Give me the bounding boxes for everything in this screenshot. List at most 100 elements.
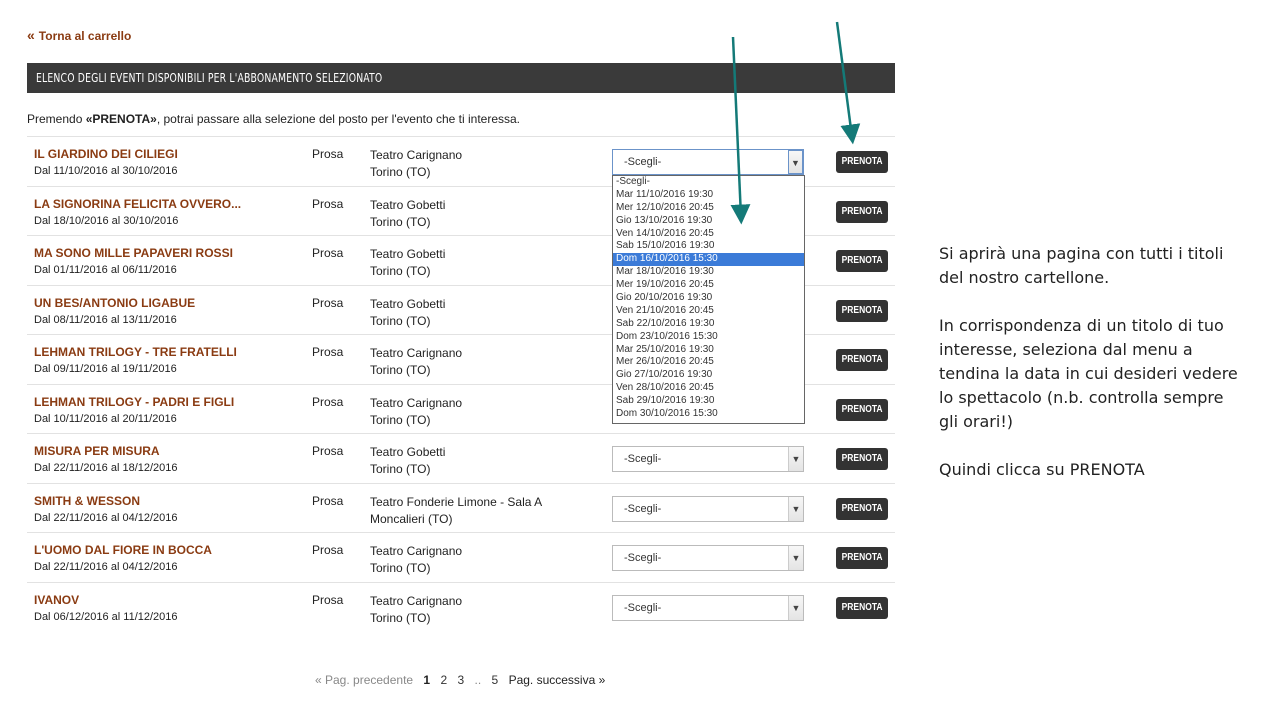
chevron-down-icon[interactable]: ▼ (788, 447, 803, 471)
prenota-label: PRENOTA (841, 403, 883, 415)
dropdown-option[interactable]: Sab 15/10/2016 19:30 (613, 240, 804, 253)
event-dates: Dal 22/11/2016 al 04/12/2016 (34, 511, 178, 524)
venue-city: Torino (TO) (370, 214, 431, 229)
dropdown-option[interactable]: Ven 28/10/2016 20:45 (613, 382, 804, 395)
page-link-current[interactable]: 1 (423, 673, 430, 687)
prenota-button[interactable]: PRENOTA (836, 547, 888, 569)
dropdown-option[interactable]: Dom 30/10/2016 15:30 (613, 408, 804, 421)
dropdown-option[interactable]: Sab 29/10/2016 19:30 (613, 395, 804, 408)
chevron-down-icon[interactable]: ▼ (788, 595, 803, 620)
venue-name: Teatro Gobetti (370, 247, 446, 261)
venue-name: Teatro Carignano (370, 148, 463, 162)
prenota-button[interactable]: PRENOTA (836, 151, 888, 173)
page-link[interactable]: 3 (457, 673, 464, 687)
event-title[interactable]: LEHMAN TRILOGY - TRE FRATELLI (34, 345, 237, 359)
date-select-value: -Scegli- (624, 552, 662, 564)
dropdown-option[interactable]: Mer 19/10/2016 20:45 (613, 279, 804, 292)
date-select[interactable]: -Scegli- ▼ (612, 149, 804, 175)
event-title[interactable]: IL GIARDINO DEI CILIEGI (34, 147, 178, 161)
prenota-button[interactable]: PRENOTA (836, 398, 888, 421)
instructions-panel: Si aprirà una pagina con tutti i titoli … (939, 242, 1239, 506)
event-venue: Teatro Gobetti Torino (TO) (370, 246, 445, 280)
venue-city: Torino (TO) (370, 165, 431, 179)
venue-city: Torino (TO) (370, 412, 431, 427)
page-link[interactable]: 2 (440, 673, 447, 687)
page-link-last[interactable]: 5 (492, 673, 499, 687)
event-title[interactable]: LEHMAN TRILOGY - PADRI E FIGLI (34, 395, 234, 409)
venue-city: Moncalieri (TO) (370, 511, 453, 526)
event-genre: Prosa (312, 295, 344, 310)
event-dates: Dal 22/11/2016 al 18/12/2016 (34, 462, 178, 474)
double-chevron-left-icon: « (27, 27, 35, 43)
dropdown-option[interactable]: Mar 25/10/2016 19:30 (613, 344, 804, 357)
venue-name: Teatro Carignano (370, 346, 463, 360)
prenota-label: PRENOTA (841, 354, 883, 365)
event-venue: Teatro Carignano Torino (TO) (370, 147, 462, 181)
prenota-button[interactable]: PRENOTA (836, 497, 888, 520)
event-dates: Dal 06/12/2016 al 11/12/2016 (34, 610, 178, 623)
date-select[interactable]: -Scegli- ▼ (612, 446, 804, 472)
date-select[interactable]: -Scegli- ▼ (612, 545, 804, 571)
chevron-down-icon[interactable]: ▼ (788, 150, 803, 174)
prenota-label: PRENOTA (841, 552, 883, 563)
section-header-title: ELENCO DEGLI EVENTI DISPONIBILI PER L'AB… (36, 71, 383, 85)
event-genre: Prosa (312, 147, 344, 161)
dropdown-option[interactable]: Mer 26/10/2016 20:45 (613, 356, 804, 369)
event-genre: Prosa (312, 196, 344, 211)
chevron-down-icon[interactable]: ▼ (788, 496, 803, 521)
intro-text: Premendo «PRENOTA», potrai passare alla … (27, 112, 520, 126)
event-dates: Dal 09/11/2016 al 19/11/2016 (34, 363, 177, 375)
dropdown-option[interactable]: Mar 11/10/2016 19:30 (613, 189, 804, 202)
dropdown-option[interactable]: Dom 16/10/2016 15:30 (613, 253, 804, 267)
event-dates: Dal 11/10/2016 al 30/10/2016 (34, 165, 178, 177)
dropdown-option[interactable]: Gio 20/10/2016 19:30 (613, 292, 804, 305)
dropdown-option[interactable]: Mar 18/10/2016 19:30 (613, 266, 804, 279)
event-title[interactable]: SMITH & WESSON (34, 494, 140, 508)
event-dates: Dal 10/11/2016 al 20/11/2016 (34, 412, 177, 425)
prenota-label: PRENOTA (841, 502, 883, 514)
event-title[interactable]: L'UOMO DAL FIORE IN BOCCA (34, 543, 212, 557)
prev-page-link[interactable]: « Pag. precedente (315, 673, 413, 687)
prenota-button[interactable]: PRENOTA (836, 200, 888, 223)
event-venue: Teatro Gobetti Torino (TO) (370, 197, 445, 231)
back-to-cart-label: Torna al carrello (38, 29, 132, 43)
event-genre: Prosa (312, 345, 344, 359)
venue-name: Teatro Gobetti (370, 197, 446, 212)
prenota-button[interactable]: PRENOTA (836, 299, 888, 322)
pagination-ellipsis: .. (474, 673, 482, 687)
event-title[interactable]: IVANOV (34, 593, 79, 607)
event-title[interactable]: LA SIGNORINA FELICITA OVVERO... (34, 197, 241, 211)
date-dropdown-list[interactable]: -Scegli- Mar 11/10/2016 19:30 Mer 12/10/20… (612, 175, 805, 424)
dropdown-option[interactable]: Dom 23/10/2016 15:30 (613, 331, 804, 344)
instruction-paragraph: Si aprirà una pagina con tutti i titoli … (939, 244, 1224, 287)
dropdown-option[interactable]: -Scegli- (613, 176, 804, 189)
event-title[interactable]: UN BES/ANTONIO LIGABUE (34, 296, 195, 310)
venue-name: Teatro Carignano (370, 593, 463, 608)
event-genre: Prosa (312, 246, 344, 260)
date-select[interactable]: -Scegli- ▼ (612, 495, 804, 522)
event-genre: Prosa (312, 592, 344, 607)
prenota-button[interactable]: PRENOTA (836, 448, 888, 470)
venue-city: Torino (TO) (370, 264, 431, 278)
dropdown-option[interactable]: Gio 13/10/2016 19:30 (613, 215, 804, 228)
event-genre: Prosa (312, 543, 344, 557)
prenota-button[interactable]: PRENOTA (836, 349, 888, 371)
dropdown-option[interactable]: Mer 12/10/2016 20:45 (613, 202, 804, 215)
prenota-button[interactable]: PRENOTA (836, 250, 888, 272)
dropdown-option[interactable]: Ven 21/10/2016 20:45 (613, 305, 804, 318)
chevron-down-icon[interactable]: ▼ (788, 546, 803, 570)
dropdown-option[interactable]: Gio 27/10/2016 19:30 (613, 369, 804, 382)
prenota-label: PRENOTA (841, 205, 883, 217)
dropdown-option[interactable]: Ven 14/10/2016 20:45 (613, 228, 804, 241)
next-page-link[interactable]: Pag. successiva » (509, 673, 606, 687)
date-select[interactable]: -Scegli- ▼ (612, 594, 804, 621)
back-to-cart-link[interactable]: «Torna al carrello (27, 27, 131, 43)
event-row: MISURA PER MISURA Dal 22/11/2016 al 18/12… (27, 433, 895, 483)
prenota-button[interactable]: PRENOTA (836, 596, 888, 619)
event-title[interactable]: MA SONO MILLE PAPAVERI ROSSI (34, 246, 233, 260)
venue-name: Teatro Gobetti (370, 296, 446, 311)
event-genre: Prosa (312, 394, 344, 409)
venue-city: Torino (TO) (370, 610, 431, 625)
event-title[interactable]: MISURA PER MISURA (34, 444, 160, 458)
dropdown-option[interactable]: Sab 22/10/2016 19:30 (613, 318, 804, 331)
